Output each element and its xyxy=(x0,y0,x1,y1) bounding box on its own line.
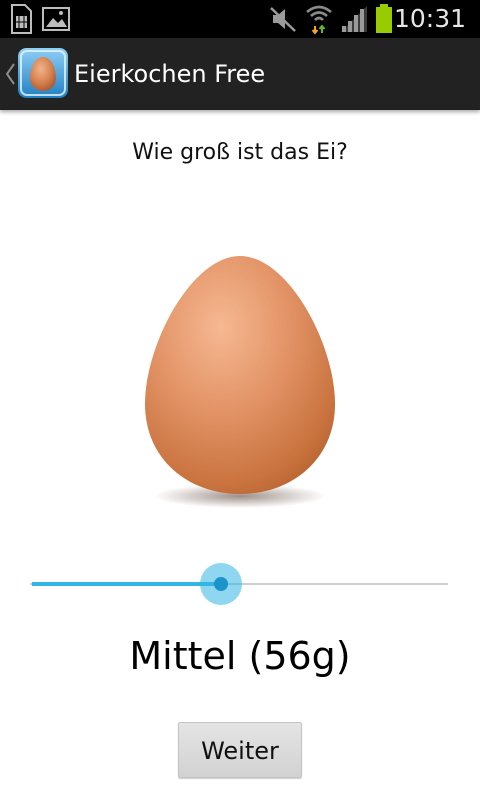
size-slider[interactable] xyxy=(30,560,450,610)
signal-icon xyxy=(341,6,367,32)
action-bar: Eierkochen Free xyxy=(0,38,480,110)
gallery-icon xyxy=(42,7,70,31)
egg-image xyxy=(145,256,335,508)
slider-fill xyxy=(32,582,221,586)
battery-icon xyxy=(376,4,392,33)
next-button[interactable]: Weiter xyxy=(178,722,302,778)
mute-icon xyxy=(270,7,296,32)
egg-size-label: Mittel (56g) xyxy=(129,634,351,678)
wifi-icon xyxy=(306,5,332,35)
status-time: 10:31 xyxy=(393,4,466,33)
slider-thumb[interactable] xyxy=(214,577,228,591)
back-caret-icon[interactable] xyxy=(4,62,16,86)
status-bar: 10:31 xyxy=(0,0,480,38)
app-title: Eierkochen Free xyxy=(74,60,266,88)
question-label: Wie groß ist das Ei? xyxy=(132,140,348,165)
sim-card-icon xyxy=(11,4,32,34)
egg-app-icon[interactable] xyxy=(18,48,68,98)
